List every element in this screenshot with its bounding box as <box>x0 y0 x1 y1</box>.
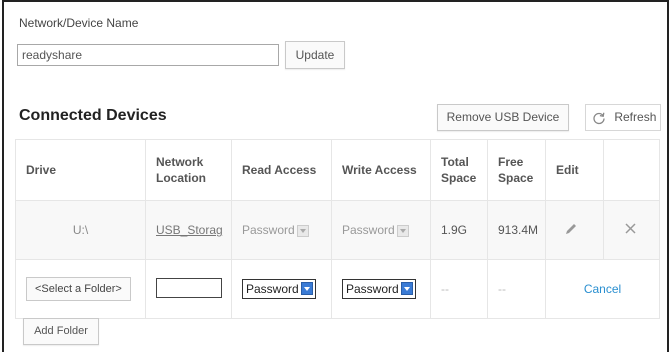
header-free-space: Free Space <box>487 139 546 201</box>
network-location-input[interactable] <box>156 277 222 298</box>
chevron-down-icon <box>396 224 409 237</box>
refresh-icon <box>592 110 614 124</box>
connected-devices-table: Drive Network Location Read Access Write … <box>15 139 660 319</box>
read-cell: Password <box>231 259 332 319</box>
cancel-cell: Cancel <box>545 259 660 319</box>
remove-usb-device-button[interactable]: Remove USB Device <box>437 104 569 131</box>
new-free-space: -- <box>487 259 546 319</box>
new-folder-row: <Select a Folder> Password Password -- -… <box>15 259 660 319</box>
header-drive: Drive <box>15 139 146 201</box>
header-edit: Edit <box>545 139 604 201</box>
table-row: U:\ USB_Storag Password Password 1.9G 91… <box>15 200 660 260</box>
add-folder-button[interactable]: Add Folder <box>23 318 99 345</box>
header-total-space: Total Space <box>430 139 488 201</box>
header-network-location: Network Location <box>145 139 232 201</box>
connected-devices-title: Connected Devices <box>19 107 167 124</box>
delete-button[interactable] <box>603 200 660 260</box>
drive-cell: U:\ <box>15 200 146 260</box>
edit-button[interactable] <box>545 200 604 260</box>
read-access-select[interactable]: Password <box>242 279 316 299</box>
table-header-row: Drive Network Location Read Access Write … <box>15 139 660 201</box>
chevron-down-icon <box>300 282 313 295</box>
location-cell <box>145 259 232 319</box>
new-total-space: -- <box>430 259 488 319</box>
cancel-link[interactable]: Cancel <box>584 282 621 296</box>
update-button[interactable]: Update <box>285 41 345 69</box>
header-delete <box>603 139 660 201</box>
free-space-cell: 913.4M <box>487 200 546 260</box>
chevron-down-icon <box>400 282 413 295</box>
network-name-label: Network/Device Name <box>19 16 139 30</box>
pencil-icon <box>564 223 578 239</box>
write-access-select: Password <box>331 200 431 260</box>
header-write-access: Write Access <box>331 139 431 201</box>
write-cell: Password <box>331 259 431 319</box>
write-access-select[interactable]: Password <box>342 279 416 299</box>
total-space-cell: 1.9G <box>430 200 488 260</box>
network-location-link[interactable]: USB_Storag <box>145 200 232 260</box>
network-name-input[interactable]: readyshare <box>17 44 279 66</box>
header-read-access: Read Access <box>231 139 332 201</box>
refresh-label: Refresh <box>614 110 657 124</box>
close-icon <box>625 223 636 237</box>
select-folder-button[interactable]: <Select a Folder> <box>26 277 131 301</box>
refresh-button[interactable]: Refresh <box>585 104 661 131</box>
read-access-select: Password <box>231 200 332 260</box>
select-folder-cell: <Select a Folder> <box>15 259 146 319</box>
chevron-down-icon <box>296 224 309 237</box>
